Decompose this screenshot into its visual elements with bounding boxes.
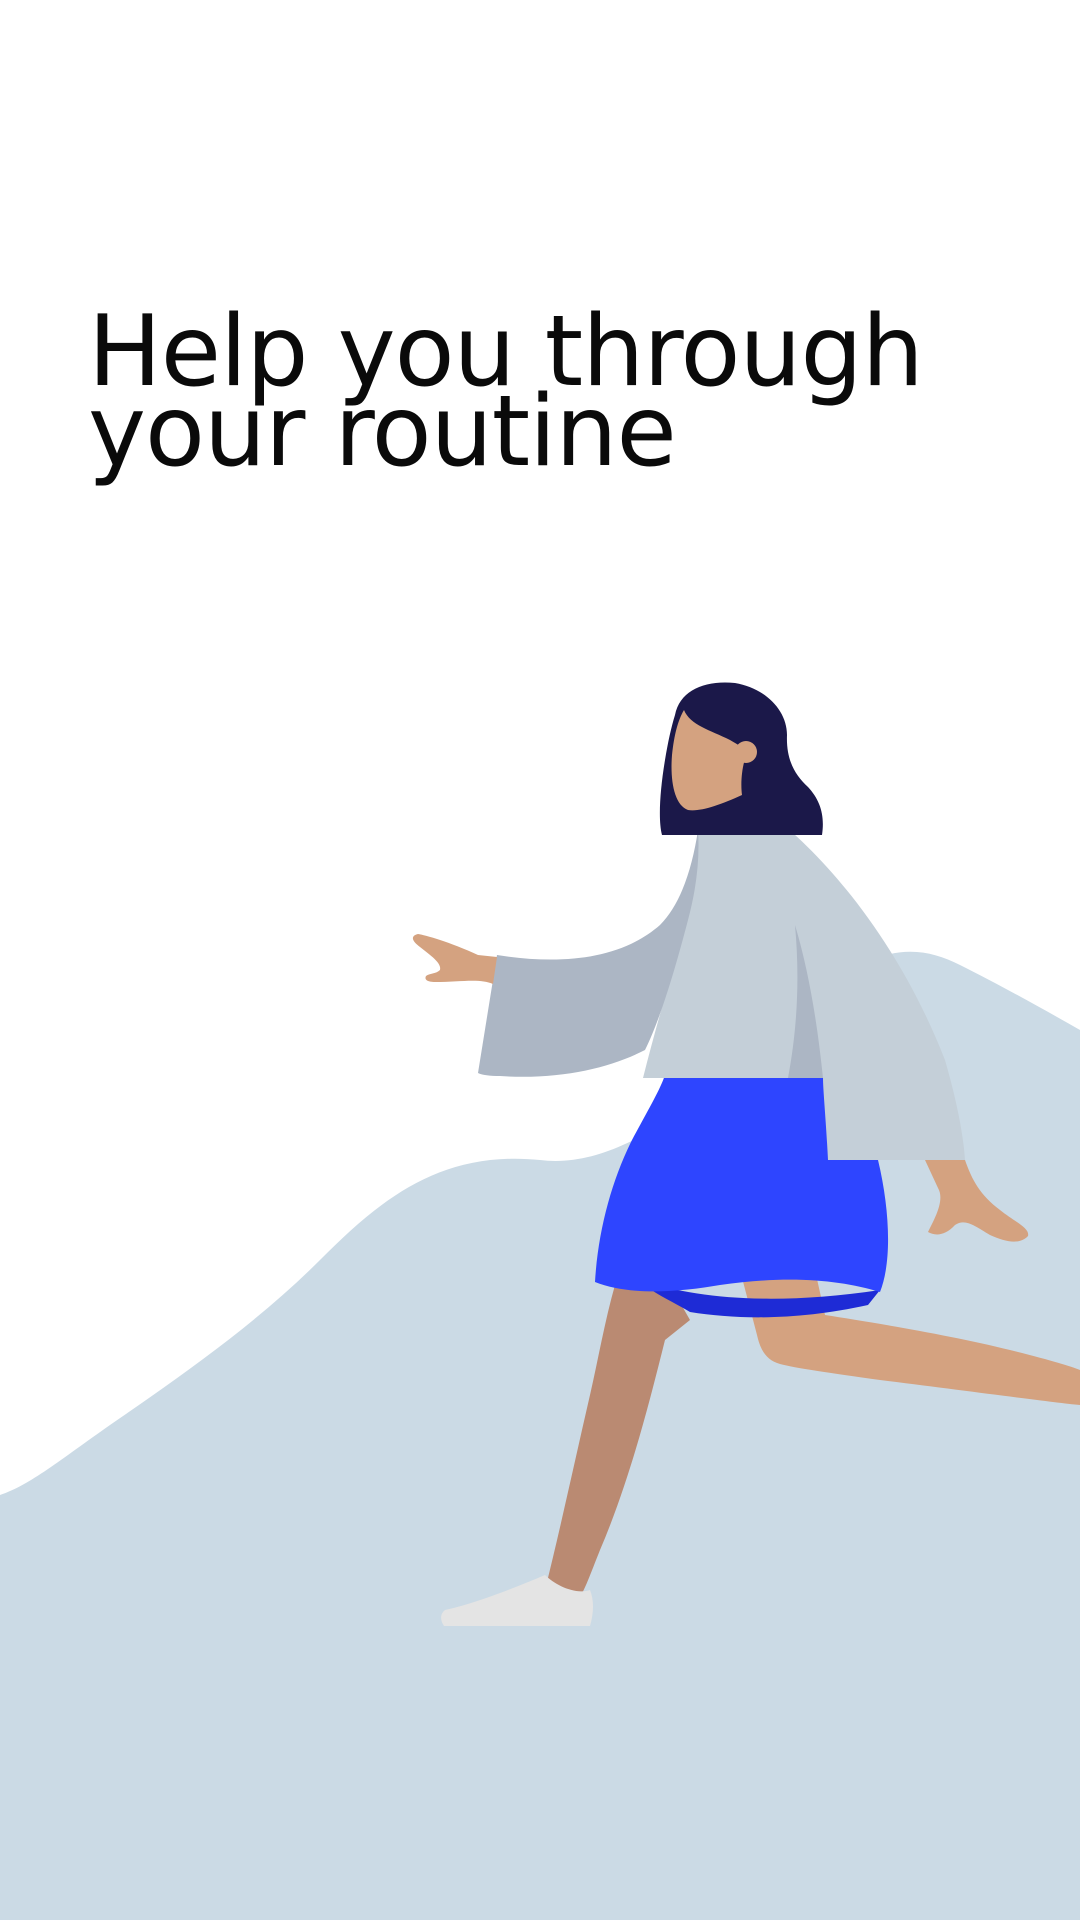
onboarding-screen: Help you through your routine: [0, 0, 1080, 1920]
walking-woman-illustration: [0, 682, 1080, 1920]
ear: [735, 741, 757, 763]
left-hand: [412, 934, 497, 984]
